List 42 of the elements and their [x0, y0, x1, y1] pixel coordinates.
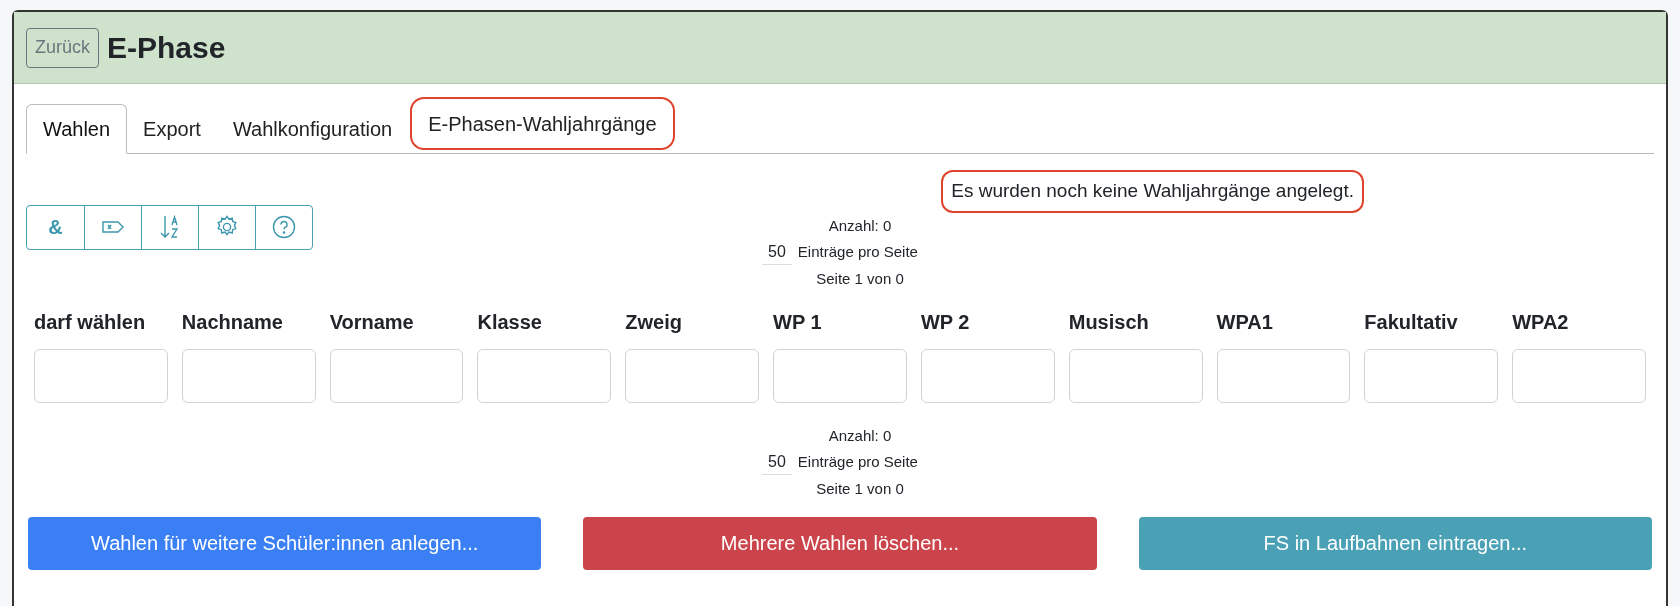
filter-field[interactable] — [773, 348, 907, 403]
column-header: WPA2 — [1512, 309, 1570, 335]
count-label: Anzahl: 0 — [828, 425, 892, 446]
filter-field[interactable] — [1068, 348, 1203, 403]
filter-field[interactable] — [1364, 348, 1499, 403]
add-button[interactable]: Wahlen für weitere Schüler:innen anlegen... — [28, 516, 542, 570]
tag-icon — [102, 220, 124, 234]
per-page-field[interactable]: 50 — [762, 240, 792, 265]
help-icon — [272, 215, 296, 239]
column-header: Nachname — [181, 309, 284, 335]
tab[interactable]: E-Phasen-Wahljahrgänge — [412, 99, 673, 148]
filter-field[interactable] — [920, 348, 1055, 403]
tab[interactable]: Wahlen — [26, 104, 128, 154]
count-label: Anzahl: 0 — [828, 215, 892, 236]
column-header: Zweig — [625, 309, 683, 335]
column-header: darf wählen — [34, 309, 147, 335]
info-message: Es wurden noch keine Wahljahrgänge angelegt. — [941, 170, 1364, 213]
filter-field[interactable] — [1512, 348, 1646, 403]
sort-icon — [160, 215, 180, 239]
column-header: Fakultativ — [1364, 309, 1459, 335]
tab[interactable]: Export — [127, 104, 217, 153]
back-button[interactable]: Zurück — [26, 27, 99, 68]
filter-field[interactable] — [181, 348, 316, 403]
page-label: Seite 1 von 0 — [816, 479, 904, 499]
filter-field[interactable] — [1216, 348, 1351, 403]
column-header: Klasse — [477, 309, 543, 335]
per-page-label: Einträge pro Seite — [797, 242, 918, 263]
per-page-field[interactable]: 50 — [762, 450, 792, 475]
filter-field[interactable] — [329, 348, 464, 403]
page-title: E-Phase — [107, 30, 226, 66]
tab[interactable]: Wahlkonfiguration — [216, 104, 409, 153]
page-label: Seite 1 von 0 — [816, 269, 904, 289]
per-page-label: Einträge pro Seite — [797, 452, 918, 473]
column-header: Musisch — [1068, 309, 1150, 335]
delete-button[interactable]: Mehrere Wahlen löschen... — [583, 516, 1097, 570]
column-header: WP 1 — [773, 309, 823, 335]
column-header: WP 2 — [920, 309, 971, 335]
filter-field[interactable] — [625, 348, 760, 403]
filter-field[interactable] — [477, 348, 612, 403]
filter-field[interactable] — [34, 348, 168, 403]
column-header: WPA1 — [1216, 309, 1274, 335]
column-header: Vorname — [329, 309, 415, 335]
